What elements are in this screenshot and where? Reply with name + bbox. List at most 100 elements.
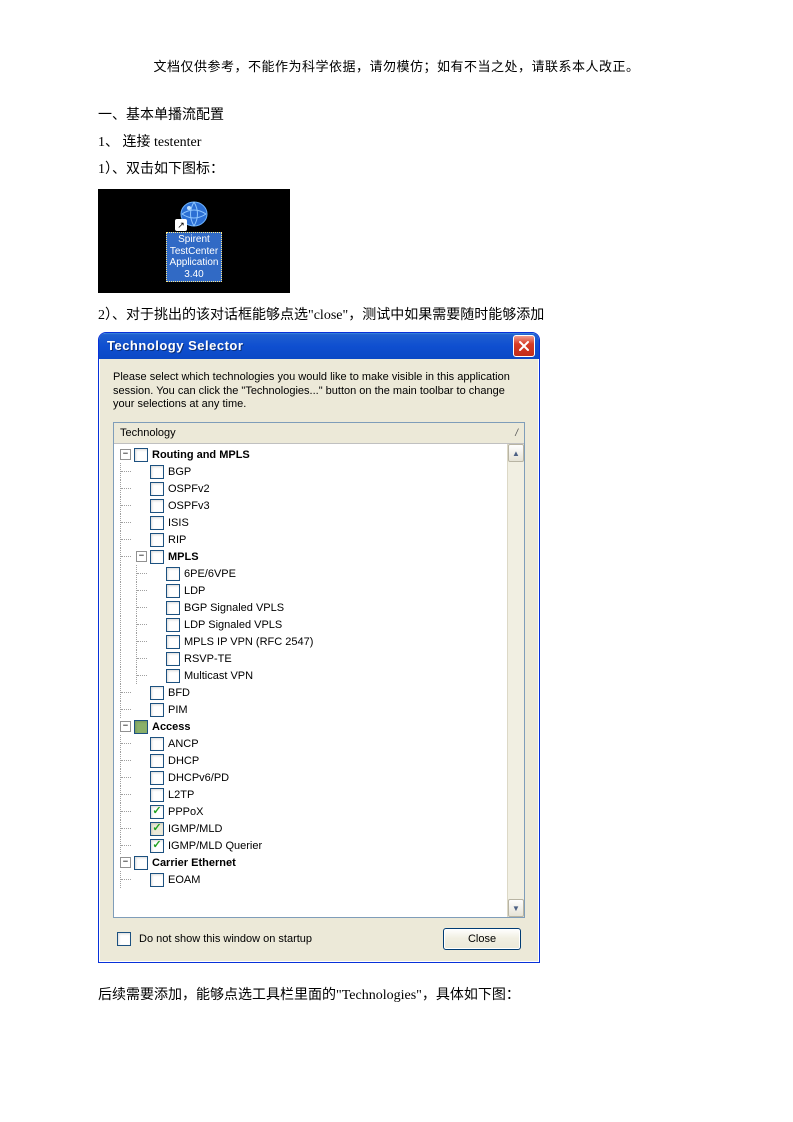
heading-1: 一、基本单播流配置 xyxy=(98,103,695,128)
shortcut-label: Spirent TestCenter Application 3.40 xyxy=(166,232,223,282)
collapse-icon[interactable]: − xyxy=(136,551,147,562)
tree-row[interactable]: − Access xyxy=(116,718,524,735)
scroll-down-button[interactable]: ▼ xyxy=(508,899,524,917)
tree-checkbox[interactable] xyxy=(166,652,180,666)
tree-row[interactable]: ✓IGMP/MLD Querier xyxy=(116,837,524,854)
tree-row[interactable]: LDP xyxy=(116,582,524,599)
tree-checkbox[interactable] xyxy=(166,601,180,615)
tree-item-label: EOAM xyxy=(168,874,200,886)
tree-row[interactable]: DHCPv6/PD xyxy=(116,769,524,786)
tree-checkbox[interactable] xyxy=(150,703,164,717)
tree-checkbox[interactable] xyxy=(134,448,148,462)
tree-checkbox[interactable] xyxy=(150,873,164,887)
tree-header-label: Technology xyxy=(120,427,176,439)
tree-item-label: PPPoX xyxy=(168,806,203,818)
tree-checkbox[interactable] xyxy=(150,754,164,768)
tree-item-label: OSPFv2 xyxy=(168,483,210,495)
do-not-show-checkbox[interactable]: Do not show this window on startup xyxy=(117,932,312,946)
tree-row[interactable]: ISIS xyxy=(116,514,524,531)
tree-checkbox[interactable] xyxy=(150,550,164,564)
tree-checkbox[interactable] xyxy=(134,856,148,870)
tree-item-label: LDP xyxy=(184,585,205,597)
technology-tree[interactable]: Technology / − Routing and MPLS BGP OSPFv2 O… xyxy=(113,422,525,918)
step-1-2: 2）、对于挑出的该对话框能够点选"close"，测试中如果需要随时能够添加 xyxy=(98,303,695,328)
spirent-shortcut[interactable]: ↗ Spirent TestCenter Application 3.40 xyxy=(166,199,223,282)
tree-checkbox[interactable] xyxy=(150,516,164,530)
tree-item-label: L2TP xyxy=(168,789,194,801)
disclaimer-text: 文档仅供参考，不能作为科学依据，请勿模仿；如有不当之处，请联系本人改正。 xyxy=(98,56,695,75)
tree-header[interactable]: Technology / xyxy=(114,423,524,444)
tree-row[interactable]: Multicast VPN xyxy=(116,667,524,684)
shortcut-icon: ↗ xyxy=(177,199,211,229)
tree-checkbox[interactable] xyxy=(150,482,164,496)
paragraph-after: 后续需要添加，能够点选工具栏里面的"Technologies"，具体如下图： xyxy=(98,983,695,1008)
tree-row[interactable]: BFD xyxy=(116,684,524,701)
close-button[interactable]: Close xyxy=(443,928,521,950)
tree-item-label: BGP Signaled VPLS xyxy=(184,602,284,614)
tree-item-label: Multicast VPN xyxy=(184,670,253,682)
tree-item-label: MPLS xyxy=(168,551,199,563)
tree-checkbox[interactable] xyxy=(166,669,180,683)
step-1: 1、 连接 testenter xyxy=(98,130,695,155)
tree-item-label: 6PE/6VPE xyxy=(184,568,236,580)
tree-row[interactable]: RSVP-TE xyxy=(116,650,524,667)
tree-row[interactable]: DHCP xyxy=(116,752,524,769)
tree-row[interactable]: MPLS IP VPN (RFC 2547) xyxy=(116,633,524,650)
tree-row[interactable]: ✓ IGMP/MLD xyxy=(116,820,524,837)
tree-item-label: DHCP xyxy=(168,755,199,767)
tree-checkbox[interactable]: ✓ xyxy=(150,839,164,853)
tree-row[interactable]: ✓ PPPoX xyxy=(116,803,524,820)
tree-item-label: IGMP/MLD xyxy=(168,823,222,835)
tree-row[interactable]: − Routing and MPLS xyxy=(116,446,524,463)
tree-item-label: MPLS IP VPN (RFC 2547) xyxy=(184,636,313,648)
shortcut-arrow-icon: ↗ xyxy=(175,219,187,231)
tree-checkbox[interactable] xyxy=(150,788,164,802)
tree-row[interactable]: RIP xyxy=(116,531,524,548)
tree-item-label: ANCP xyxy=(168,738,199,750)
desktop-background: ↗ Spirent TestCenter Application 3.40 xyxy=(98,189,290,293)
collapse-icon[interactable]: − xyxy=(120,857,131,868)
tree-checkbox[interactable]: ✓ xyxy=(150,822,164,836)
tree-checkbox[interactable] xyxy=(150,533,164,547)
tree-checkbox[interactable] xyxy=(166,567,180,581)
tree-row[interactable]: EOAM xyxy=(116,871,524,888)
tree-item-label: Access xyxy=(152,721,191,733)
tree-checkbox[interactable] xyxy=(166,618,180,632)
tree-row[interactable]: LDP Signaled VPLS xyxy=(116,616,524,633)
tree-item-label: Carrier Ethernet xyxy=(152,857,236,869)
dialog-titlebar[interactable]: Technology Selector xyxy=(99,333,539,359)
tree-item-label: ISIS xyxy=(168,517,189,529)
tree-item-label: BGP xyxy=(168,466,191,478)
tree-header-right: / xyxy=(515,428,518,439)
tree-checkbox[interactable] xyxy=(150,737,164,751)
tree-item-label: Routing and MPLS xyxy=(152,449,250,461)
tree-row[interactable]: ANCP xyxy=(116,735,524,752)
tree-row[interactable]: BGP xyxy=(116,463,524,480)
scroll-up-button[interactable]: ▲ xyxy=(508,444,524,462)
tree-scrollbar[interactable]: ▲ ▼ xyxy=(507,444,524,917)
tree-checkbox[interactable] xyxy=(166,584,180,598)
tree-row[interactable]: − Carrier Ethernet xyxy=(116,854,524,871)
tree-row[interactable]: BGP Signaled VPLS xyxy=(116,599,524,616)
tree-checkbox[interactable] xyxy=(150,771,164,785)
tree-row[interactable]: OSPFv2 xyxy=(116,480,524,497)
dialog-intro-text: Please select which technologies you wou… xyxy=(113,371,525,412)
tree-row[interactable]: PIM xyxy=(116,701,524,718)
tree-row[interactable]: 6PE/6VPE xyxy=(116,565,524,582)
tree-row[interactable]: − MPLS xyxy=(116,548,524,565)
tree-item-label: PIM xyxy=(168,704,188,716)
tree-checkbox[interactable]: ✓ xyxy=(150,805,164,819)
titlebar-close-button[interactable] xyxy=(513,335,535,357)
collapse-icon[interactable]: − xyxy=(120,449,131,460)
tree-item-label: DHCPv6/PD xyxy=(168,772,229,784)
tree-checkbox[interactable] xyxy=(150,499,164,513)
tree-checkbox[interactable] xyxy=(150,465,164,479)
tree-checkbox[interactable] xyxy=(166,635,180,649)
tree-row[interactable]: OSPFv3 xyxy=(116,497,524,514)
tree-row[interactable]: L2TP xyxy=(116,786,524,803)
collapse-icon[interactable]: − xyxy=(120,721,131,732)
tree-checkbox[interactable] xyxy=(150,686,164,700)
tree-checkbox[interactable] xyxy=(134,720,148,734)
step-1-1: 1）、双击如下图标： xyxy=(98,157,695,182)
dialog-title: Technology Selector xyxy=(107,338,513,353)
